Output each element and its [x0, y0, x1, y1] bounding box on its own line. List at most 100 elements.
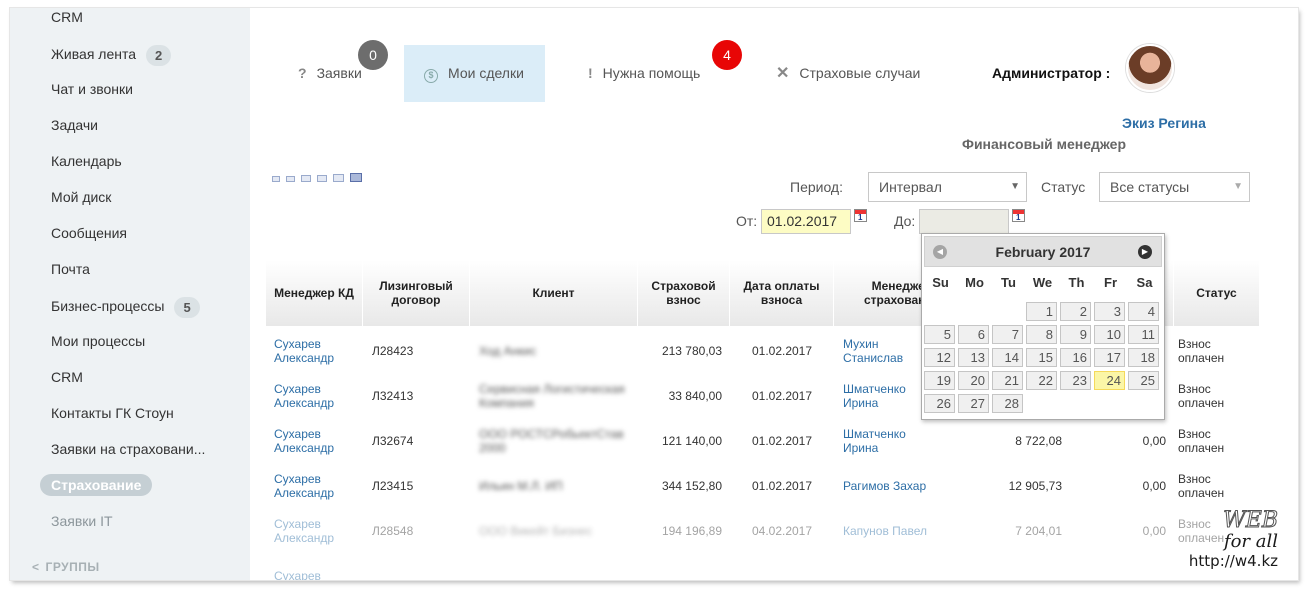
- calendar-day[interactable]: 21: [992, 371, 1023, 390]
- table-cell-manager[interactable]: Сухарев Александр: [274, 373, 363, 418]
- table-cell-insurer[interactable]: Капунов Павел: [843, 508, 933, 553]
- table-cell-client: ООО Викейт Бизнес: [479, 523, 593, 538]
- table-cell-insurer[interactable]: Шматченко Ирина: [843, 418, 933, 463]
- sidebar-item-mail[interactable]: Почта: [51, 258, 90, 280]
- tab-requests[interactable]: ? Заявки: [298, 45, 408, 102]
- calendar-day[interactable]: 18: [1128, 348, 1159, 367]
- calendar-day[interactable]: 9: [1060, 325, 1091, 344]
- calendar-day[interactable]: 11: [1128, 325, 1159, 344]
- calendar-day[interactable]: 10: [1094, 325, 1125, 344]
- calendar-day[interactable]: 6: [958, 325, 989, 344]
- calendar-day[interactable]: 1: [1026, 302, 1057, 321]
- table-cell-premium: 344 152,80: [661, 478, 722, 493]
- calendar-day[interactable]: 23: [1060, 371, 1091, 390]
- calendar-day[interactable]: 19: [924, 371, 955, 390]
- table-cell-extra: 0,00: [1142, 478, 1166, 493]
- calendar-day[interactable]: 7: [992, 325, 1023, 344]
- calendar-day[interactable]: 20: [958, 371, 989, 390]
- calendar-day[interactable]: 2: [1060, 302, 1091, 321]
- table-cell-premium: 194 196,89: [661, 523, 722, 538]
- calendar-day[interactable]: 4: [1128, 302, 1159, 321]
- sidebar-item-it-requests[interactable]: Заявки IT: [51, 510, 113, 532]
- sidebar-item-bizproc[interactable]: Бизнес-процессы 5: [51, 295, 200, 318]
- table-row[interactable]: Сухарев: [266, 553, 1260, 581]
- tab-insurance-cases[interactable]: ✕ Страховые случаи: [776, 45, 936, 102]
- sidebar-item-insurance-requests[interactable]: Заявки на страховани...: [51, 438, 205, 460]
- date-to-input[interactable]: [919, 209, 1009, 234]
- view-size-icon[interactable]: [301, 175, 311, 182]
- weekday-label: Tu: [1001, 275, 1016, 290]
- calendar-day-today[interactable]: 24: [1094, 371, 1125, 390]
- calendar-day[interactable]: 8: [1026, 325, 1057, 344]
- calendar-day[interactable]: 14: [992, 348, 1023, 367]
- calendar-day[interactable]: 3: [1094, 302, 1125, 321]
- table-cell-manager[interactable]: Сухарев Александр: [274, 508, 363, 553]
- calendar-day[interactable]: 22: [1026, 371, 1057, 390]
- sidebar-item-insurance[interactable]: Страхование: [40, 474, 153, 496]
- column-header[interactable]: Дата оплаты взноса: [730, 260, 834, 326]
- table-cell-contract: [372, 553, 470, 580]
- calendar-day[interactable]: 26: [924, 394, 955, 413]
- table-cell-insurer[interactable]: Рагимов Захар: [843, 463, 933, 508]
- sidebar-item-contacts[interactable]: Контакты ГК Стоун: [51, 402, 174, 424]
- table-cell-date: 01.02.2017: [751, 388, 813, 403]
- view-size-icon[interactable]: [333, 174, 344, 182]
- calendar-day[interactable]: 12: [924, 348, 955, 367]
- sidebar-item-tasks[interactable]: Задачи: [51, 114, 98, 136]
- period-select[interactable]: Интервал ▼: [868, 172, 1027, 202]
- tab-my-deals[interactable]: $ Мои сделки: [404, 45, 545, 102]
- sidebar-item-disk[interactable]: Мой диск: [51, 186, 111, 208]
- calendar-day[interactable]: 25: [1128, 371, 1159, 390]
- table-row[interactable]: Сухарев Александр Л32674 ООО РОСТСРобьектС…: [266, 418, 1260, 463]
- calendar-day[interactable]: 28: [992, 394, 1023, 413]
- sidebar-item-my-processes[interactable]: Мои процессы: [51, 330, 145, 352]
- date-from-input[interactable]: 01.02.2017: [761, 209, 851, 234]
- table-cell-manager[interactable]: Сухарев Александр: [274, 418, 363, 463]
- column-header[interactable]: Клиент: [470, 260, 638, 326]
- table-row[interactable]: Сухарев Александр Л28548 ООО Викейт Бизнес…: [266, 508, 1260, 553]
- status-select[interactable]: Все статусы ▼: [1099, 172, 1250, 202]
- table-cell-insurer[interactable]: [843, 553, 933, 580]
- next-month-icon[interactable]: ▶: [1138, 245, 1152, 259]
- view-size-icon-active[interactable]: [350, 173, 362, 182]
- tab-need-help[interactable]: ! Нужна помощь: [588, 45, 728, 102]
- view-size-icon[interactable]: [272, 176, 280, 182]
- table-cell-manager[interactable]: Сухарев Александр: [274, 463, 363, 508]
- avatar[interactable]: [1126, 44, 1174, 92]
- sidebar-item-chat[interactable]: Чат и звонки: [51, 78, 133, 100]
- dollar-icon: $: [424, 69, 438, 83]
- sidebar-item-crm[interactable]: CRM: [51, 8, 83, 28]
- table-cell-insurer[interactable]: Шматченко Ирина: [843, 373, 933, 418]
- table-cell-insurer[interactable]: Мухин Станислав: [843, 328, 933, 373]
- tab-label: Заявки: [316, 65, 362, 81]
- groups-section-label[interactable]: < ГРУППЫ: [32, 560, 100, 574]
- column-header[interactable]: Менеджер страхования: [834, 260, 940, 326]
- column-header[interactable]: Менеджер КД: [266, 260, 363, 326]
- to-label: До:: [894, 213, 916, 229]
- view-size-icon[interactable]: [286, 176, 295, 182]
- calendar-day[interactable]: 16: [1060, 348, 1091, 367]
- calendar-day[interactable]: 13: [958, 348, 989, 367]
- calendar-icon[interactable]: 1: [854, 209, 867, 222]
- calendar-icon[interactable]: 1: [1012, 209, 1025, 222]
- view-size-icon[interactable]: [317, 175, 327, 182]
- column-header[interactable]: Статус: [1174, 260, 1260, 326]
- calendar-day[interactable]: 27: [958, 394, 989, 413]
- calendar-day[interactable]: 5: [924, 325, 955, 344]
- sidebar-item-live-feed[interactable]: Живая лента 2: [51, 43, 172, 66]
- sidebar-item-messages[interactable]: Сообщения: [51, 222, 127, 244]
- table-cell-extra: [1074, 553, 1166, 580]
- calendar-day[interactable]: 17: [1094, 348, 1125, 367]
- sidebar-item-crm-2[interactable]: CRM: [51, 366, 83, 388]
- calendar-day[interactable]: 15: [1026, 348, 1057, 367]
- period-label: Период:: [790, 179, 843, 195]
- table-cell-manager[interactable]: Сухарев Александр: [274, 328, 363, 373]
- column-header[interactable]: Лизинговый договор: [363, 260, 470, 326]
- column-header[interactable]: Страховой взнос: [638, 260, 730, 326]
- user-name-link[interactable]: Экиз Регина: [1122, 115, 1206, 131]
- table-cell-manager[interactable]: Сухарев: [274, 553, 363, 581]
- table-row[interactable]: Сухарев Александр Л23415 Ильин М.Л. ИП 344 …: [266, 463, 1260, 508]
- sidebar-item-calendar[interactable]: Календарь: [51, 150, 122, 172]
- table-cell-contract: Л32674: [372, 433, 414, 448]
- sidebar-item-label: Задачи: [51, 117, 99, 133]
